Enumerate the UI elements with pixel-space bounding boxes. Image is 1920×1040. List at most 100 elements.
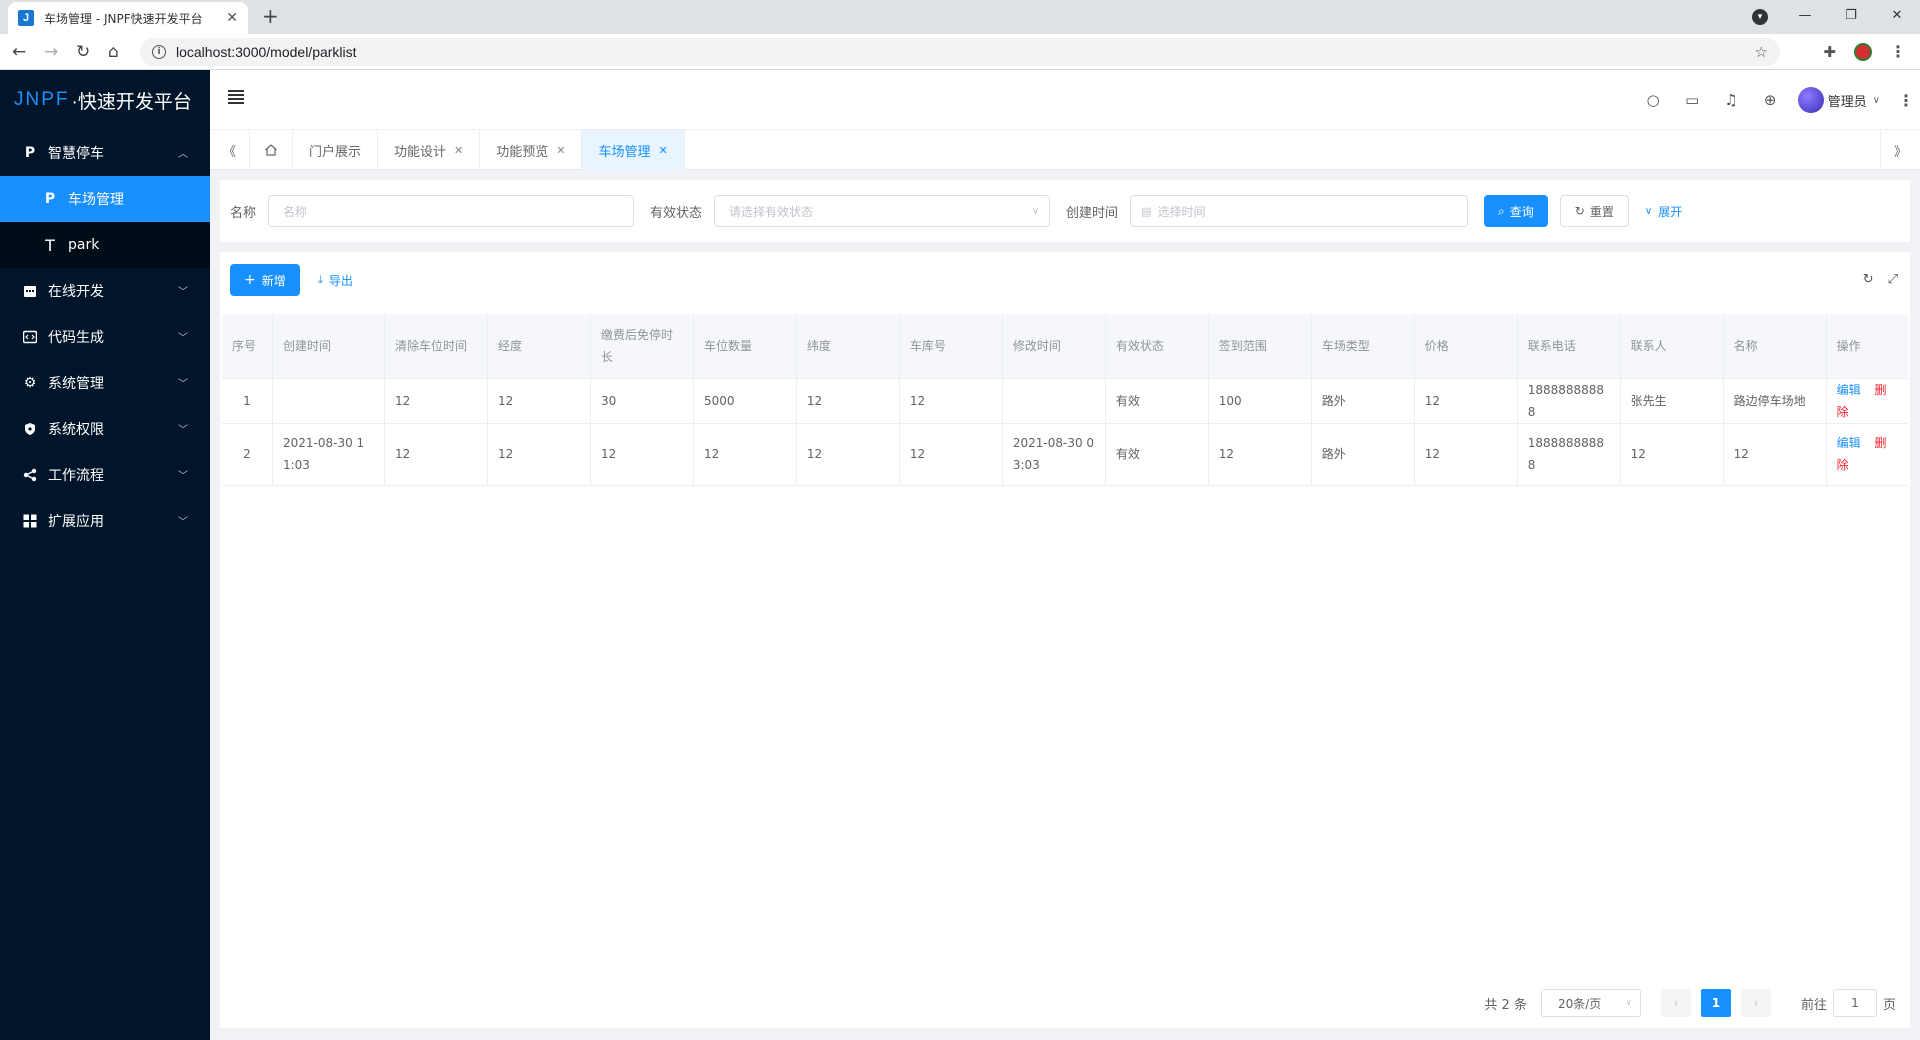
- globe-icon[interactable]: ⊕: [1751, 91, 1790, 109]
- sidebar-item-park-management[interactable]: P 车场管理: [0, 176, 210, 222]
- browser-tab[interactable]: J 车场管理 - JNPF快速开发平台 ✕: [8, 2, 248, 34]
- status-placeholder: 请选择有效状态: [729, 204, 814, 219]
- fullscreen-icon[interactable]: ⤢: [1888, 272, 1898, 287]
- grid-icon: [22, 513, 38, 529]
- tab-portal[interactable]: 门户展示: [293, 130, 379, 170]
- sidebar-item-system-permission[interactable]: 系统权限 ﹀: [0, 406, 210, 452]
- url-text[interactable]: localhost:3000/model/parklist: [176, 44, 357, 60]
- table-cell: [272, 378, 386, 424]
- created-time-picker[interactable]: ▤ 选择时间: [1130, 195, 1469, 227]
- user-name[interactable]: 管理员: [1828, 91, 1867, 110]
- next-page-icon[interactable]: ›: [1740, 989, 1771, 1017]
- sidebar-item-code-gen[interactable]: 代码生成 ﹀: [0, 314, 210, 360]
- edit-link[interactable]: 编辑: [1837, 436, 1861, 450]
- restore-icon[interactable]: ❐: [1828, 8, 1874, 23]
- sidebar-item-label: 在线开发: [48, 284, 104, 300]
- user-menu[interactable]: 管理员 ∨: [1797, 87, 1880, 113]
- tab-function-preview[interactable]: 功能预览 ✕: [480, 130, 583, 170]
- sidebar-item-park[interactable]: T park: [0, 222, 210, 268]
- column-header: 序号: [222, 314, 273, 379]
- column-header: 联系人: [1620, 314, 1724, 379]
- refresh-icon[interactable]: ↻: [1863, 272, 1874, 287]
- table-cell: 12: [796, 378, 900, 424]
- table-cell: 30: [590, 378, 694, 424]
- table-cell: 12: [384, 423, 488, 486]
- close-icon[interactable]: ✕: [556, 144, 565, 157]
- avatar[interactable]: [1797, 87, 1824, 113]
- menu-toggle-icon[interactable]: [228, 90, 244, 104]
- edit-link[interactable]: 编辑: [1837, 383, 1861, 397]
- tab-label: 门户展示: [309, 144, 362, 160]
- search-icon: ⌕: [1498, 203, 1505, 218]
- bell-icon[interactable]: ♫: [1712, 91, 1751, 109]
- new-tab-icon[interactable]: +: [262, 6, 279, 26]
- reset-button-label: 重置: [1589, 204, 1614, 219]
- created-time-placeholder: 选择时间: [1157, 204, 1206, 219]
- goto-label: 前往: [1800, 997, 1827, 1013]
- message-icon[interactable]: ▭: [1673, 91, 1712, 109]
- omnibox[interactable]: i localhost:3000/model/parklist ☆: [140, 38, 1780, 66]
- tabs-scroll-right-icon[interactable]: 》: [1880, 130, 1920, 170]
- tab-park-management[interactable]: 车场管理 ✕: [582, 130, 685, 170]
- close-tab-icon[interactable]: ✕: [226, 10, 238, 26]
- close-icon[interactable]: ✕: [659, 144, 668, 157]
- add-button[interactable]: + 新增: [230, 264, 300, 296]
- total-count: 共 2 条: [1484, 997, 1527, 1013]
- page-number-current[interactable]: 1: [1700, 989, 1731, 1017]
- query-button[interactable]: ⌕ 查询: [1484, 195, 1548, 227]
- sidebar-item-system-mgmt[interactable]: ⚙ 系统管理 ﹀: [0, 360, 210, 406]
- sidebar-item-label: 系统权限: [48, 422, 104, 438]
- chevron-down-icon: ∨: [1625, 998, 1632, 1008]
- sidebar-item-smart-parking[interactable]: P 智慧停车 ︿: [0, 130, 210, 176]
- top-header: ○ ▭ ♫ ⊕ 管理员 ∨ ⋮: [210, 70, 1920, 130]
- table-cell: 12: [899, 378, 1003, 424]
- gear-icon: ⚙: [23, 375, 37, 391]
- extension-record-icon[interactable]: [1854, 42, 1872, 61]
- table-cell: 2021-08-30 11:03: [272, 423, 386, 486]
- search-icon[interactable]: ○: [1634, 91, 1673, 109]
- sidebar-item-online-dev[interactable]: 在线开发 ﹀: [0, 268, 210, 314]
- profile-menu-icon[interactable]: ▾: [1752, 9, 1768, 25]
- tab-home[interactable]: [250, 130, 293, 170]
- table-header-row: 序号 创建时间 清除车位时间 经度 缴费后免停时长 车位数量 纬度 车库号 修改…: [222, 314, 1908, 379]
- site-favicon-icon: J: [18, 10, 34, 26]
- column-header: 经度: [487, 314, 591, 379]
- export-button[interactable]: ⤓ 导出: [318, 264, 353, 296]
- status-select[interactable]: 请选择有效状态 ∨: [714, 195, 1051, 227]
- tab-function-design[interactable]: 功能设计 ✕: [378, 130, 481, 170]
- page-size-select[interactable]: 20条/页 ∨: [1540, 989, 1641, 1017]
- expand-button[interactable]: ∨ 展开: [1631, 195, 1696, 227]
- close-icon[interactable]: ✕: [454, 144, 463, 157]
- column-header: 纬度: [796, 314, 900, 379]
- prev-page-icon[interactable]: ‹: [1660, 989, 1691, 1017]
- sidebar-item-extension-apps[interactable]: 扩展应用 ﹀: [0, 498, 210, 544]
- goto-page-input[interactable]: 1: [1832, 989, 1877, 1017]
- sidebar-item-workflow[interactable]: 工作流程 ﹀: [0, 452, 210, 498]
- back-icon[interactable]: ←: [12, 42, 26, 62]
- query-button-label: 查询: [1509, 204, 1534, 219]
- table-cell: 100: [1208, 378, 1312, 424]
- reset-button[interactable]: ↻ 重置: [1559, 195, 1629, 227]
- tag-list: 门户展示 功能设计 ✕ 功能预览 ✕ 车场管理 ✕: [250, 130, 685, 170]
- tab-label: 功能设计: [394, 144, 447, 160]
- home-icon[interactable]: ⌂: [108, 42, 119, 62]
- minimize-icon[interactable]: —: [1782, 8, 1828, 23]
- table-cell: 1: [222, 378, 273, 424]
- table-cell: 12: [1723, 423, 1827, 486]
- more-vertical-icon[interactable]: ⋮: [1892, 91, 1920, 110]
- extensions-puzzle-icon[interactable]: ✚: [1823, 43, 1836, 61]
- browser-menu-icon[interactable]: ⋮: [1890, 42, 1906, 61]
- window-close-icon[interactable]: ✕: [1874, 8, 1920, 23]
- column-header: 缴费后免停时长: [590, 314, 694, 379]
- share-nodes-icon: [22, 467, 38, 483]
- name-input[interactable]: 名称: [268, 195, 635, 227]
- bookmark-star-icon[interactable]: ☆: [1755, 43, 1768, 61]
- text-t-icon: T: [45, 235, 55, 255]
- site-info-icon[interactable]: i: [152, 45, 166, 59]
- table-card: + 新增 ⤓ 导出 ↻ ⤢ 序号 创建时间 清除车位时间 经度 缴费后免停时长: [220, 252, 1910, 1028]
- shield-icon: [22, 421, 38, 437]
- reload-icon[interactable]: ↻: [76, 42, 90, 62]
- forward-icon[interactable]: →: [44, 42, 58, 62]
- tabs-scroll-left-icon[interactable]: 《: [210, 130, 250, 170]
- chevron-down-icon[interactable]: ∨: [1873, 95, 1880, 106]
